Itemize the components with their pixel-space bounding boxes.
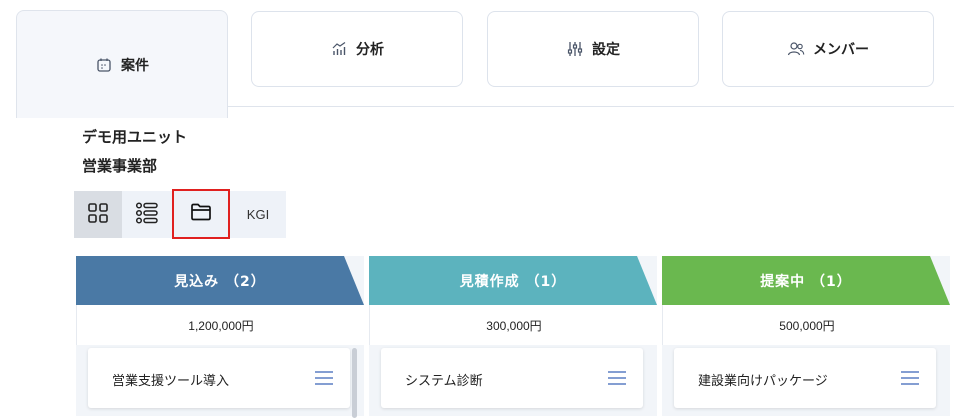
column-amount: 300,000円: [369, 305, 658, 345]
column-amount: 1,200,000円: [76, 305, 365, 345]
hamburger-menu-icon[interactable]: [314, 370, 334, 386]
deal-card[interactable]: システム診断: [381, 348, 643, 408]
tab-cases[interactable]: 案件: [16, 10, 228, 118]
column-amount: 500,000円: [662, 305, 951, 345]
column-title: 見込み （2）: [174, 273, 266, 290]
kgi-label: KGI: [246, 207, 270, 222]
column-scrollbar[interactable]: [352, 348, 357, 418]
hamburger-menu-icon[interactable]: [900, 370, 920, 386]
deal-card-title: 営業支援ツール導入: [112, 374, 230, 389]
deal-card[interactable]: 建設業向けパッケージ: [674, 348, 936, 408]
tab-label: メンバー: [813, 42, 869, 58]
column-title: 見積作成 （1）: [459, 273, 567, 290]
tab-divider: [228, 106, 954, 107]
list-view-button[interactable]: [122, 191, 172, 238]
department-name: 営業事業部: [82, 157, 158, 175]
grid-view-button[interactable]: [74, 191, 122, 238]
pipeline-column: 見積作成 （1） 300,000円 システム診断: [369, 256, 658, 416]
tab-bar: 案件 分析 設定 メンバー: [0, 0, 954, 118]
view-toolbar: KGI: [74, 189, 286, 239]
pipeline-column: 見込み （2） 1,200,000円 営業支援ツール導入: [76, 256, 365, 418]
tab-label: 設定: [592, 42, 620, 58]
unit-heading: デモ用ユニット 営業事業部: [82, 123, 187, 181]
deal-card[interactable]: 営業支援ツール導入: [88, 348, 350, 408]
calendar-icon: [95, 56, 113, 74]
analytics-icon: [330, 40, 348, 58]
hamburger-menu-icon[interactable]: [607, 370, 627, 386]
column-title: 提案中 （1）: [760, 273, 852, 290]
unit-name: デモ用ユニット: [82, 128, 188, 146]
list-view-icon: [135, 201, 159, 229]
grid-view-icon: [87, 202, 109, 228]
pipeline-column: 提案中 （1） 500,000円 建設業向けパッケージ: [662, 256, 951, 416]
kgi-button[interactable]: KGI: [230, 191, 286, 238]
tab-members[interactable]: メンバー: [722, 11, 934, 87]
sliders-icon: [566, 40, 584, 58]
deal-card-title: システム診断: [405, 374, 483, 389]
deal-card-title: 建設業向けパッケージ: [698, 374, 828, 389]
tab-settings[interactable]: 設定: [487, 11, 699, 87]
tab-label: 分析: [356, 42, 384, 58]
tab-analysis[interactable]: 分析: [251, 11, 463, 87]
folder-icon: [190, 202, 212, 226]
members-icon: [787, 40, 805, 58]
tab-label: 案件: [121, 57, 149, 74]
folder-view-button[interactable]: [172, 189, 230, 239]
